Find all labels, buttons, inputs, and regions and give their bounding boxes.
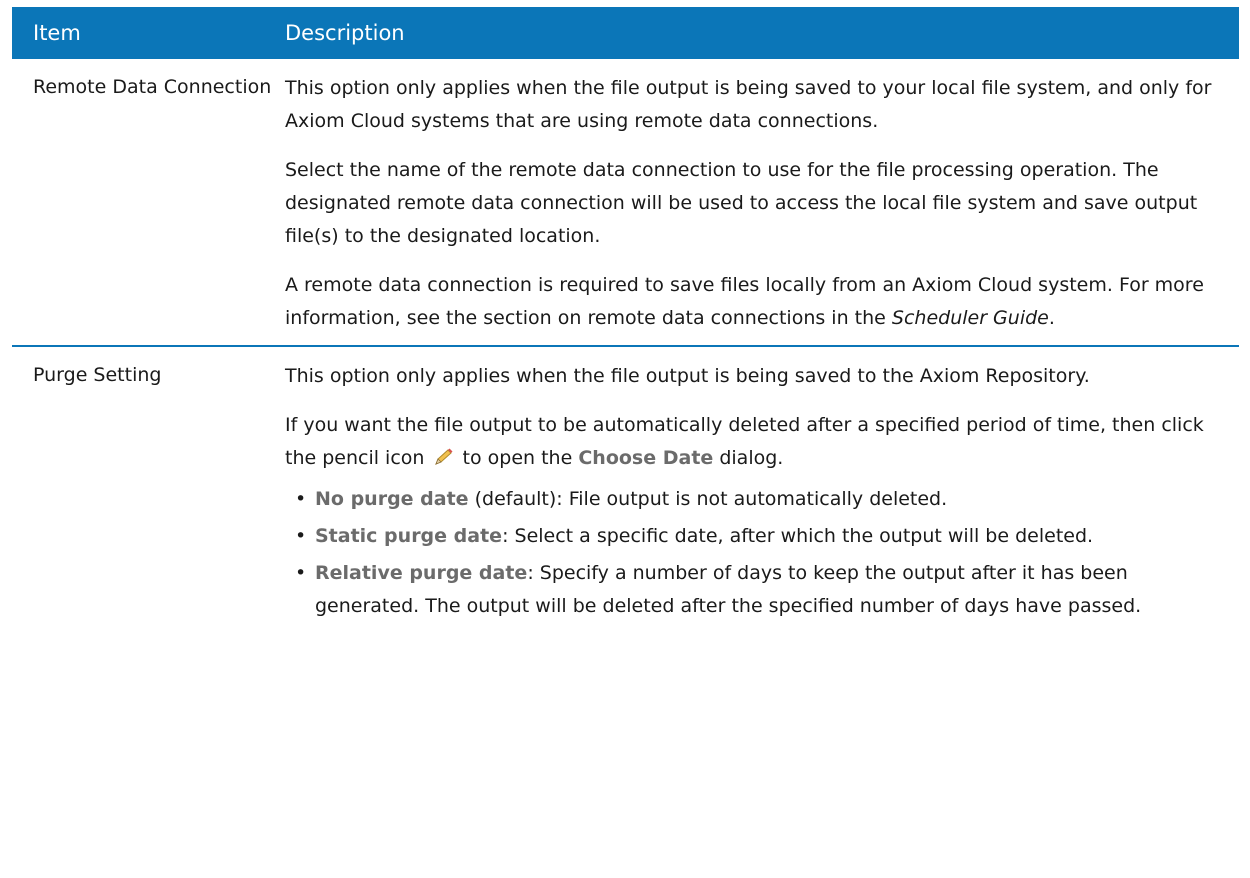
table-row-purge-setting: Purge Setting This option only applies w… bbox=[12, 346, 1239, 635]
pencil-icon bbox=[433, 444, 455, 465]
text: . bbox=[1048, 307, 1055, 329]
header-item: Item bbox=[33, 21, 81, 45]
option-text: : Select a specific date, after which th… bbox=[502, 525, 1094, 547]
options-table: Item Description Remote Data Connection … bbox=[12, 7, 1239, 635]
paragraph: This option only applies when the file o… bbox=[285, 77, 1212, 132]
text: to open the bbox=[456, 447, 579, 469]
row-description: This option only applies when the file o… bbox=[277, 346, 1239, 635]
row-item-label: Remote Data Connection bbox=[12, 59, 277, 347]
option-term: Relative purge date bbox=[315, 562, 528, 584]
purge-options-list: No purge date (default): File output is … bbox=[285, 483, 1219, 623]
table-row-remote-data-connection: Remote Data Connection This option only … bbox=[12, 59, 1239, 347]
option-term: No purge date bbox=[315, 488, 469, 510]
list-item: No purge date (default): File output is … bbox=[295, 483, 1219, 516]
paragraph: A remote data connection is required to … bbox=[285, 269, 1219, 335]
dialog-name: Choose Date bbox=[578, 447, 714, 469]
paragraph: If you want the file output to be automa… bbox=[285, 409, 1219, 475]
text: A remote data connection is required to … bbox=[285, 274, 1204, 329]
row-item-label: Purge Setting bbox=[33, 364, 162, 386]
guide-reference: Scheduler Guide bbox=[891, 307, 1049, 329]
paragraph: This option only applies when the file o… bbox=[285, 365, 1090, 387]
list-item: Static purge date: Select a specific dat… bbox=[295, 520, 1219, 553]
paragraph: Select the name of the remote data conne… bbox=[285, 159, 1198, 247]
row-description: This option only applies when the file o… bbox=[277, 59, 1239, 347]
option-text: (default): File output is not automatica… bbox=[468, 488, 948, 510]
header-description: Description bbox=[285, 21, 405, 45]
text: dialog. bbox=[713, 447, 784, 469]
option-term: Static purge date bbox=[315, 525, 503, 547]
table-header: Item Description bbox=[12, 7, 1239, 59]
list-item: Relative purge date: Specify a number of… bbox=[295, 557, 1219, 623]
